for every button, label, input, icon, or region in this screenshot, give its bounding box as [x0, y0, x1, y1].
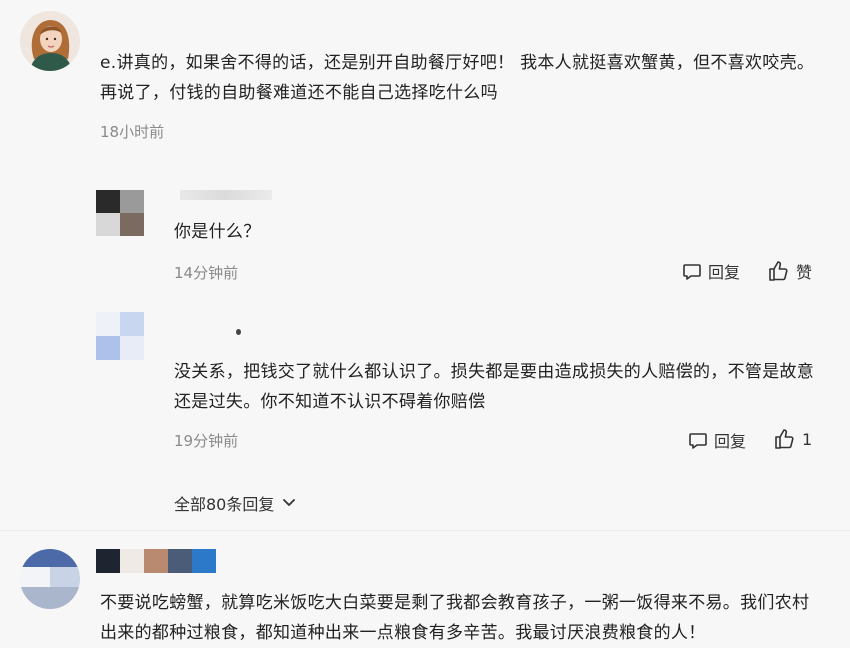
comment-bubble-icon	[689, 433, 707, 449]
reply-text: 你是什么？	[174, 222, 261, 242]
username-blurred	[96, 549, 216, 573]
reply-time: 14分钟前	[174, 264, 239, 282]
like-count: 1	[802, 429, 813, 449]
thumbs-up-icon	[769, 261, 788, 281]
comment-text: e.讲真的，如果舍不得的话，还是别开自助餐厅好吧！ 我本人就挺喜欢蟹黄，但不喜欢…	[100, 53, 815, 103]
reply-button[interactable]: 回复	[682, 259, 740, 283]
like-button[interactable]: 1	[774, 428, 812, 450]
view-all-replies-button[interactable]: 全部80条回复	[174, 491, 298, 515]
username-blurred	[236, 329, 241, 335]
thumbs-up-icon	[775, 429, 794, 449]
like-label: 赞	[796, 263, 813, 282]
divider	[0, 530, 850, 531]
comment-text: 不要说吃螃蟹，就算吃米饭吃大白菜要是剩了我都会教育孩子，一粥一饭得来不易。我们农…	[100, 593, 810, 643]
chevron-down-icon	[283, 499, 296, 506]
like-button[interactable]: 赞	[768, 259, 812, 283]
reply-button[interactable]: 回复	[688, 428, 746, 452]
avatar[interactable]	[96, 312, 144, 360]
reply-label: 回复	[714, 432, 747, 451]
comment-time: 18小时前	[100, 123, 165, 141]
avatar[interactable]	[20, 549, 80, 609]
reply-time: 19分钟前	[174, 432, 239, 450]
avatar-woman-icon	[20, 11, 80, 71]
avatar[interactable]	[96, 190, 144, 236]
reply-label: 回复	[708, 263, 741, 282]
reply-text: 没关系，把钱交了就什么都认识了。损失都是要由造成损失的人赔偿的，不管是故意还是过…	[174, 362, 815, 412]
username-blurred	[180, 190, 272, 200]
comment-bubble-icon	[683, 264, 701, 280]
view-all-replies-label: 全部80条回复	[174, 495, 275, 514]
avatar[interactable]	[20, 11, 80, 71]
